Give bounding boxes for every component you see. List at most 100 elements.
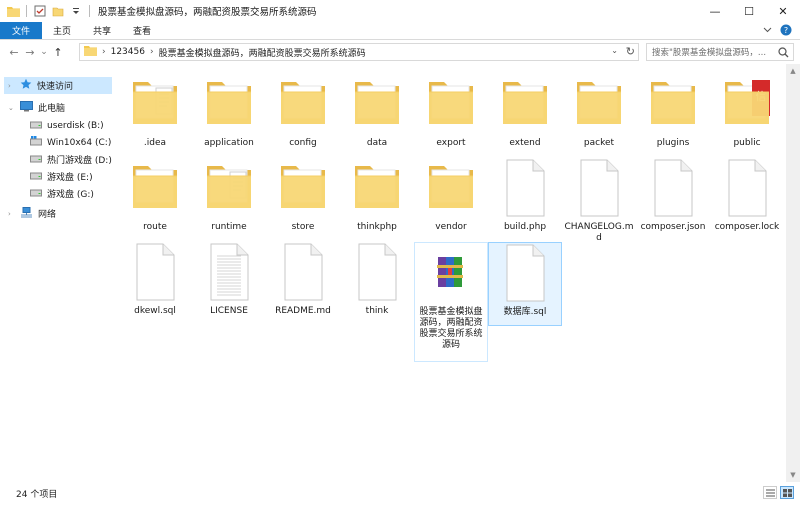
- folder-icon: [204, 158, 254, 218]
- file-icon: [500, 243, 550, 303]
- drive-icon: [30, 154, 42, 166]
- folder-icon: [278, 158, 328, 218]
- sidebar-item-network[interactable]: › 网络: [8, 205, 56, 222]
- close-button[interactable]: ✕: [766, 0, 800, 22]
- help-icon[interactable]: ?: [780, 24, 792, 39]
- recent-locations-button[interactable]: ⌄: [38, 42, 50, 62]
- file-item[interactable]: CHANGELOG.md: [562, 158, 636, 243]
- customize-toolbar-icon[interactable]: [69, 4, 83, 18]
- chevron-down-icon[interactable]: ⌄: [8, 104, 15, 112]
- chevron-right-icon: ›: [149, 47, 154, 57]
- vertical-scrollbar[interactable]: ▲ ▼: [786, 64, 800, 482]
- folder-icon: [426, 74, 476, 134]
- search-icon: [778, 47, 789, 61]
- file-item[interactable]: build.php: [488, 158, 562, 242]
- refresh-button[interactable]: ↻: [626, 45, 635, 58]
- sidebar-item-drive-e[interactable]: 游戏盘 (E:): [18, 168, 93, 185]
- file-item[interactable]: route: [118, 158, 192, 242]
- folder-icon: [204, 74, 254, 134]
- sidebar-item-quick-access[interactable]: › 快速访问: [4, 77, 112, 94]
- file-item[interactable]: plugins: [636, 74, 710, 158]
- maximize-button[interactable]: ☐: [732, 0, 766, 22]
- file-name: thinkphp: [357, 222, 397, 232]
- scroll-up-icon[interactable]: ▲: [786, 64, 800, 78]
- window-title: 股票基金模拟盘源码，两融配资股票交易所系统源码: [98, 7, 317, 18]
- file-item[interactable]: README.md: [266, 242, 340, 326]
- forward-button[interactable]: →: [22, 42, 38, 62]
- tab-view[interactable]: 查看: [122, 22, 162, 39]
- sidebar-item-drive-g[interactable]: 游戏盘 (G:): [18, 185, 94, 202]
- tab-share[interactable]: 共享: [82, 22, 122, 39]
- file-item[interactable]: 股票基金模拟盘源码，两融配资股票交易所系统源码: [414, 242, 488, 362]
- file-name: vendor: [435, 222, 467, 232]
- file-item[interactable]: vendor: [414, 158, 488, 242]
- file-icon: [574, 158, 624, 218]
- search-input[interactable]: 搜索"股票基金模拟盘源码，...: [646, 43, 794, 61]
- file-item[interactable]: extend: [488, 74, 562, 158]
- file-item[interactable]: composer.lock: [710, 158, 784, 242]
- breadcrumb-item[interactable]: 123456: [111, 47, 145, 57]
- details-view-button[interactable]: [763, 486, 777, 499]
- sidebar-item-drive-c[interactable]: Win10x64 (C:): [18, 134, 111, 151]
- quick-access-toolbar: [0, 0, 92, 22]
- file-item[interactable]: runtime: [192, 158, 266, 242]
- folder-icon: [84, 45, 97, 59]
- chevron-right-icon[interactable]: ›: [8, 210, 15, 218]
- up-button[interactable]: ↑: [50, 42, 66, 62]
- folder-icon: [500, 74, 550, 134]
- file-name: 数据库.sql: [503, 307, 547, 317]
- file-name: CHANGELOG.md: [564, 222, 634, 243]
- file-item[interactable]: .idea: [118, 74, 192, 158]
- folder-icon: [648, 74, 698, 134]
- item-count: 24 个项目: [16, 490, 58, 500]
- new-folder-icon[interactable]: [51, 4, 65, 18]
- file-item[interactable]: 信 public: [710, 74, 784, 158]
- file-item[interactable]: think: [340, 242, 414, 326]
- file-item[interactable]: application: [192, 74, 266, 158]
- file-item[interactable]: config: [266, 74, 340, 158]
- sidebar-item-drive-d[interactable]: 热门游戏盘 (D:): [18, 151, 112, 168]
- drive-icon: [30, 171, 42, 183]
- folder-icon: [6, 4, 20, 18]
- chevron-down-icon[interactable]: ⌄: [611, 46, 618, 55]
- sidebar-item-this-pc[interactable]: ⌄ 此电脑: [8, 99, 65, 116]
- file-item[interactable]: store: [266, 158, 340, 242]
- folder-icon: [352, 74, 402, 134]
- file-list: .idea application config data export extend pa…: [118, 64, 786, 482]
- file-item[interactable]: thinkphp: [340, 158, 414, 242]
- scroll-down-icon[interactable]: ▼: [786, 468, 800, 482]
- minimize-button[interactable]: —: [698, 0, 732, 22]
- file-name: export: [436, 138, 466, 148]
- folder-icon: [574, 74, 624, 134]
- chevron-right-icon: ›: [102, 47, 106, 57]
- back-button[interactable]: ←: [6, 42, 22, 62]
- file-icon: [278, 242, 328, 302]
- file-item[interactable]: dkewl.sql: [118, 242, 192, 326]
- file-item[interactable]: composer.json: [636, 158, 710, 242]
- address-bar[interactable]: › 123456 › 股票基金模拟盘源码，两融配资股票交易所系统源码 ⌄ ↻: [79, 43, 639, 61]
- window-controls: — ☐ ✕: [698, 0, 800, 22]
- file-name: plugins: [656, 138, 690, 148]
- sidebar-item-drive-b[interactable]: userdisk (B:): [18, 117, 104, 134]
- properties-icon[interactable]: [33, 4, 47, 18]
- large-icons-view-button[interactable]: [780, 486, 794, 499]
- file-name: composer.lock: [714, 222, 780, 232]
- file-name: think: [365, 306, 389, 316]
- folder-icon: [278, 74, 328, 134]
- chevron-right-icon[interactable]: ›: [8, 82, 15, 90]
- file-item[interactable]: 数据库.sql: [488, 242, 562, 326]
- expand-ribbon-icon[interactable]: [763, 26, 772, 36]
- tab-file[interactable]: 文件: [0, 22, 43, 39]
- file-name: store: [291, 222, 315, 232]
- file-name: config: [289, 138, 317, 148]
- file-item[interactable]: export: [414, 74, 488, 158]
- title-bar: 股票基金模拟盘源码，两融配资股票交易所系统源码 — ☐ ✕: [0, 0, 800, 22]
- tab-home[interactable]: 主页: [42, 22, 82, 39]
- file-item[interactable]: packet: [562, 74, 636, 158]
- breadcrumb-item[interactable]: 股票基金模拟盘源码，两融配资股票交易所系统源码: [159, 46, 366, 59]
- navigation-pane: › 快速访问 ⌄ 此电脑 userdisk (B:) Win10x64 (C:)…: [0, 64, 118, 482]
- file-item[interactable]: LICENSE: [192, 242, 266, 326]
- file-item[interactable]: data: [340, 74, 414, 158]
- folder-icon: [352, 158, 402, 218]
- search-placeholder: 搜索"股票基金模拟盘源码，...: [652, 48, 767, 58]
